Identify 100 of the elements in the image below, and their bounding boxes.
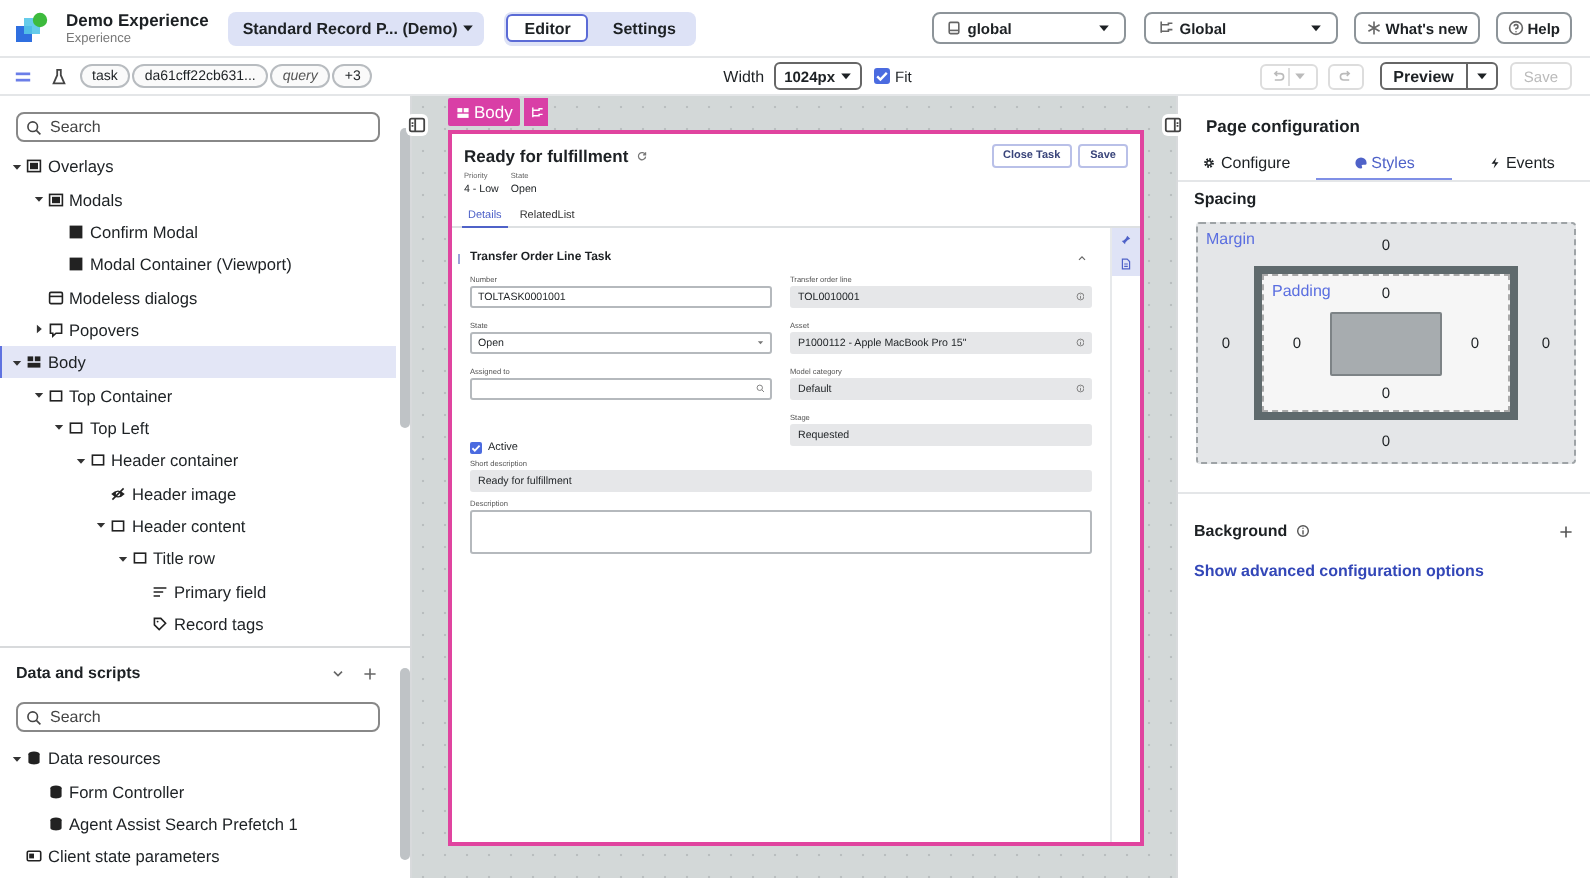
search-field[interactable]: Search	[16, 702, 380, 732]
caret-icon[interactable]	[94, 518, 108, 533]
tree-item[interactable]: Primary field	[0, 574, 396, 608]
caret-icon	[755, 338, 764, 348]
tree-item[interactable]: Overlays	[0, 150, 396, 183]
mode-tab[interactable]: Editor	[506, 14, 589, 42]
tree-item[interactable]: Agent Assist Search Prefetch 1	[0, 807, 396, 841]
caret-icon	[1095, 20, 1112, 36]
page-selector[interactable]: Standard Record P... (Demo)	[228, 11, 484, 45]
flask-icon[interactable]	[50, 67, 68, 85]
caret-icon[interactable]	[31, 192, 45, 207]
redo-icon	[1337, 68, 1354, 84]
panel-toggle-button[interactable]	[406, 114, 428, 136]
caret-icon[interactable]	[10, 751, 24, 766]
record-title: Ready for fulfillment	[464, 146, 629, 166]
tree-item[interactable]: Data resources	[0, 742, 396, 775]
document-icon[interactable]	[1120, 258, 1132, 270]
search-icon	[26, 709, 42, 725]
square-icon	[68, 223, 84, 240]
tree-item[interactable]: Top Container	[0, 378, 396, 412]
tree-item[interactable]: Modal Container (Viewport)	[0, 248, 396, 281]
chevron-icon[interactable]	[330, 665, 346, 681]
link[interactable]: Show advanced configuration options	[1194, 562, 1574, 580]
checkbox[interactable]	[873, 68, 890, 84]
caret-icon[interactable]	[31, 388, 45, 403]
tree-item[interactable]: Modeless dialogs	[0, 280, 396, 314]
asterisk-icon	[1365, 20, 1382, 36]
logo-icon	[16, 12, 48, 44]
tab[interactable]: Configure	[1178, 146, 1316, 180]
help-icon	[1507, 20, 1524, 36]
caret-icon[interactable]	[10, 159, 24, 174]
tree-item[interactable]: Modals	[0, 182, 396, 216]
caret-icon[interactable]	[115, 551, 129, 566]
scrollbar[interactable]	[400, 128, 410, 428]
hierarchy-icon	[529, 105, 544, 119]
box-label: Margin	[1206, 230, 1255, 248]
tab[interactable]: Styles	[1315, 146, 1453, 180]
database-icon	[47, 815, 63, 832]
app-title: Demo Experience	[66, 10, 209, 30]
search-field[interactable]: Search	[16, 112, 380, 142]
search-icon	[26, 119, 42, 135]
scrollbar[interactable]	[400, 668, 410, 860]
tree-item[interactable]: Header container	[0, 444, 396, 477]
caret-icon	[459, 20, 476, 36]
hierarchy-icon	[1157, 20, 1174, 36]
window-icon	[47, 289, 63, 306]
section-title: Spacing	[1194, 190, 1259, 212]
mode-tab[interactable]: Settings	[594, 14, 694, 42]
info-icon	[1075, 384, 1084, 394]
layout-icon	[26, 354, 42, 371]
tree-item[interactable]: Body	[0, 346, 396, 379]
tree-item[interactable]: Client state parameters	[0, 840, 396, 873]
database-icon	[47, 783, 63, 800]
layout-icon	[456, 105, 470, 119]
add-icon[interactable]	[362, 665, 378, 681]
database-icon	[26, 750, 42, 767]
undo-icon	[1269, 68, 1286, 84]
menu-icon[interactable]	[14, 67, 32, 85]
palette-icon	[1353, 155, 1368, 169]
width-label: Width	[723, 67, 765, 85]
add-icon[interactable]	[1558, 523, 1574, 539]
tree-item[interactable]: Header content	[0, 509, 396, 543]
square-icon	[68, 256, 84, 273]
chevron-icon[interactable]	[1076, 252, 1088, 264]
tree-item[interactable]: Popovers	[0, 313, 396, 347]
tree-item[interactable]: Record tags	[0, 607, 396, 641]
caret-icon[interactable]	[10, 355, 24, 370]
tree-item[interactable]: Confirm Modal	[0, 215, 396, 249]
lightning-icon	[1487, 155, 1502, 169]
window-icon	[945, 20, 962, 36]
caret-icon	[1291, 68, 1308, 84]
tab[interactable]: Events	[1452, 146, 1590, 180]
tree-item[interactable]: Form Controller	[0, 774, 396, 808]
box-label: Padding	[1272, 282, 1331, 300]
checkbox[interactable]	[470, 442, 482, 454]
info-icon	[1075, 338, 1084, 348]
hierarchy-button[interactable]	[524, 98, 549, 126]
lines-icon	[152, 583, 168, 600]
caret-icon	[1307, 20, 1324, 36]
component-tag[interactable]: Body	[448, 98, 521, 126]
input-field[interactable]	[470, 378, 772, 400]
panel-title: Page configuration	[1204, 116, 1362, 136]
caret-icon	[837, 68, 854, 84]
caret-icon[interactable]	[52, 420, 66, 435]
caret-icon	[1473, 68, 1490, 84]
search-icon	[755, 384, 764, 394]
card-icon	[26, 848, 42, 865]
speech-bubble-icon	[47, 321, 63, 338]
caret-icon[interactable]	[73, 453, 87, 468]
caret-icon[interactable]	[31, 322, 45, 337]
panel-toggle-button[interactable]	[1162, 114, 1184, 136]
tree-item[interactable]: Top Left	[0, 411, 396, 445]
sidebar-icon	[408, 116, 426, 134]
refresh-icon[interactable]	[636, 150, 649, 162]
tag-icon	[152, 615, 168, 632]
sidebar-icon	[1164, 116, 1182, 134]
section-title: Data and scripts	[16, 664, 141, 682]
content-box	[1330, 311, 1442, 375]
tree-item[interactable]: Header image	[0, 476, 396, 510]
tree-item[interactable]: Title row	[0, 542, 396, 575]
